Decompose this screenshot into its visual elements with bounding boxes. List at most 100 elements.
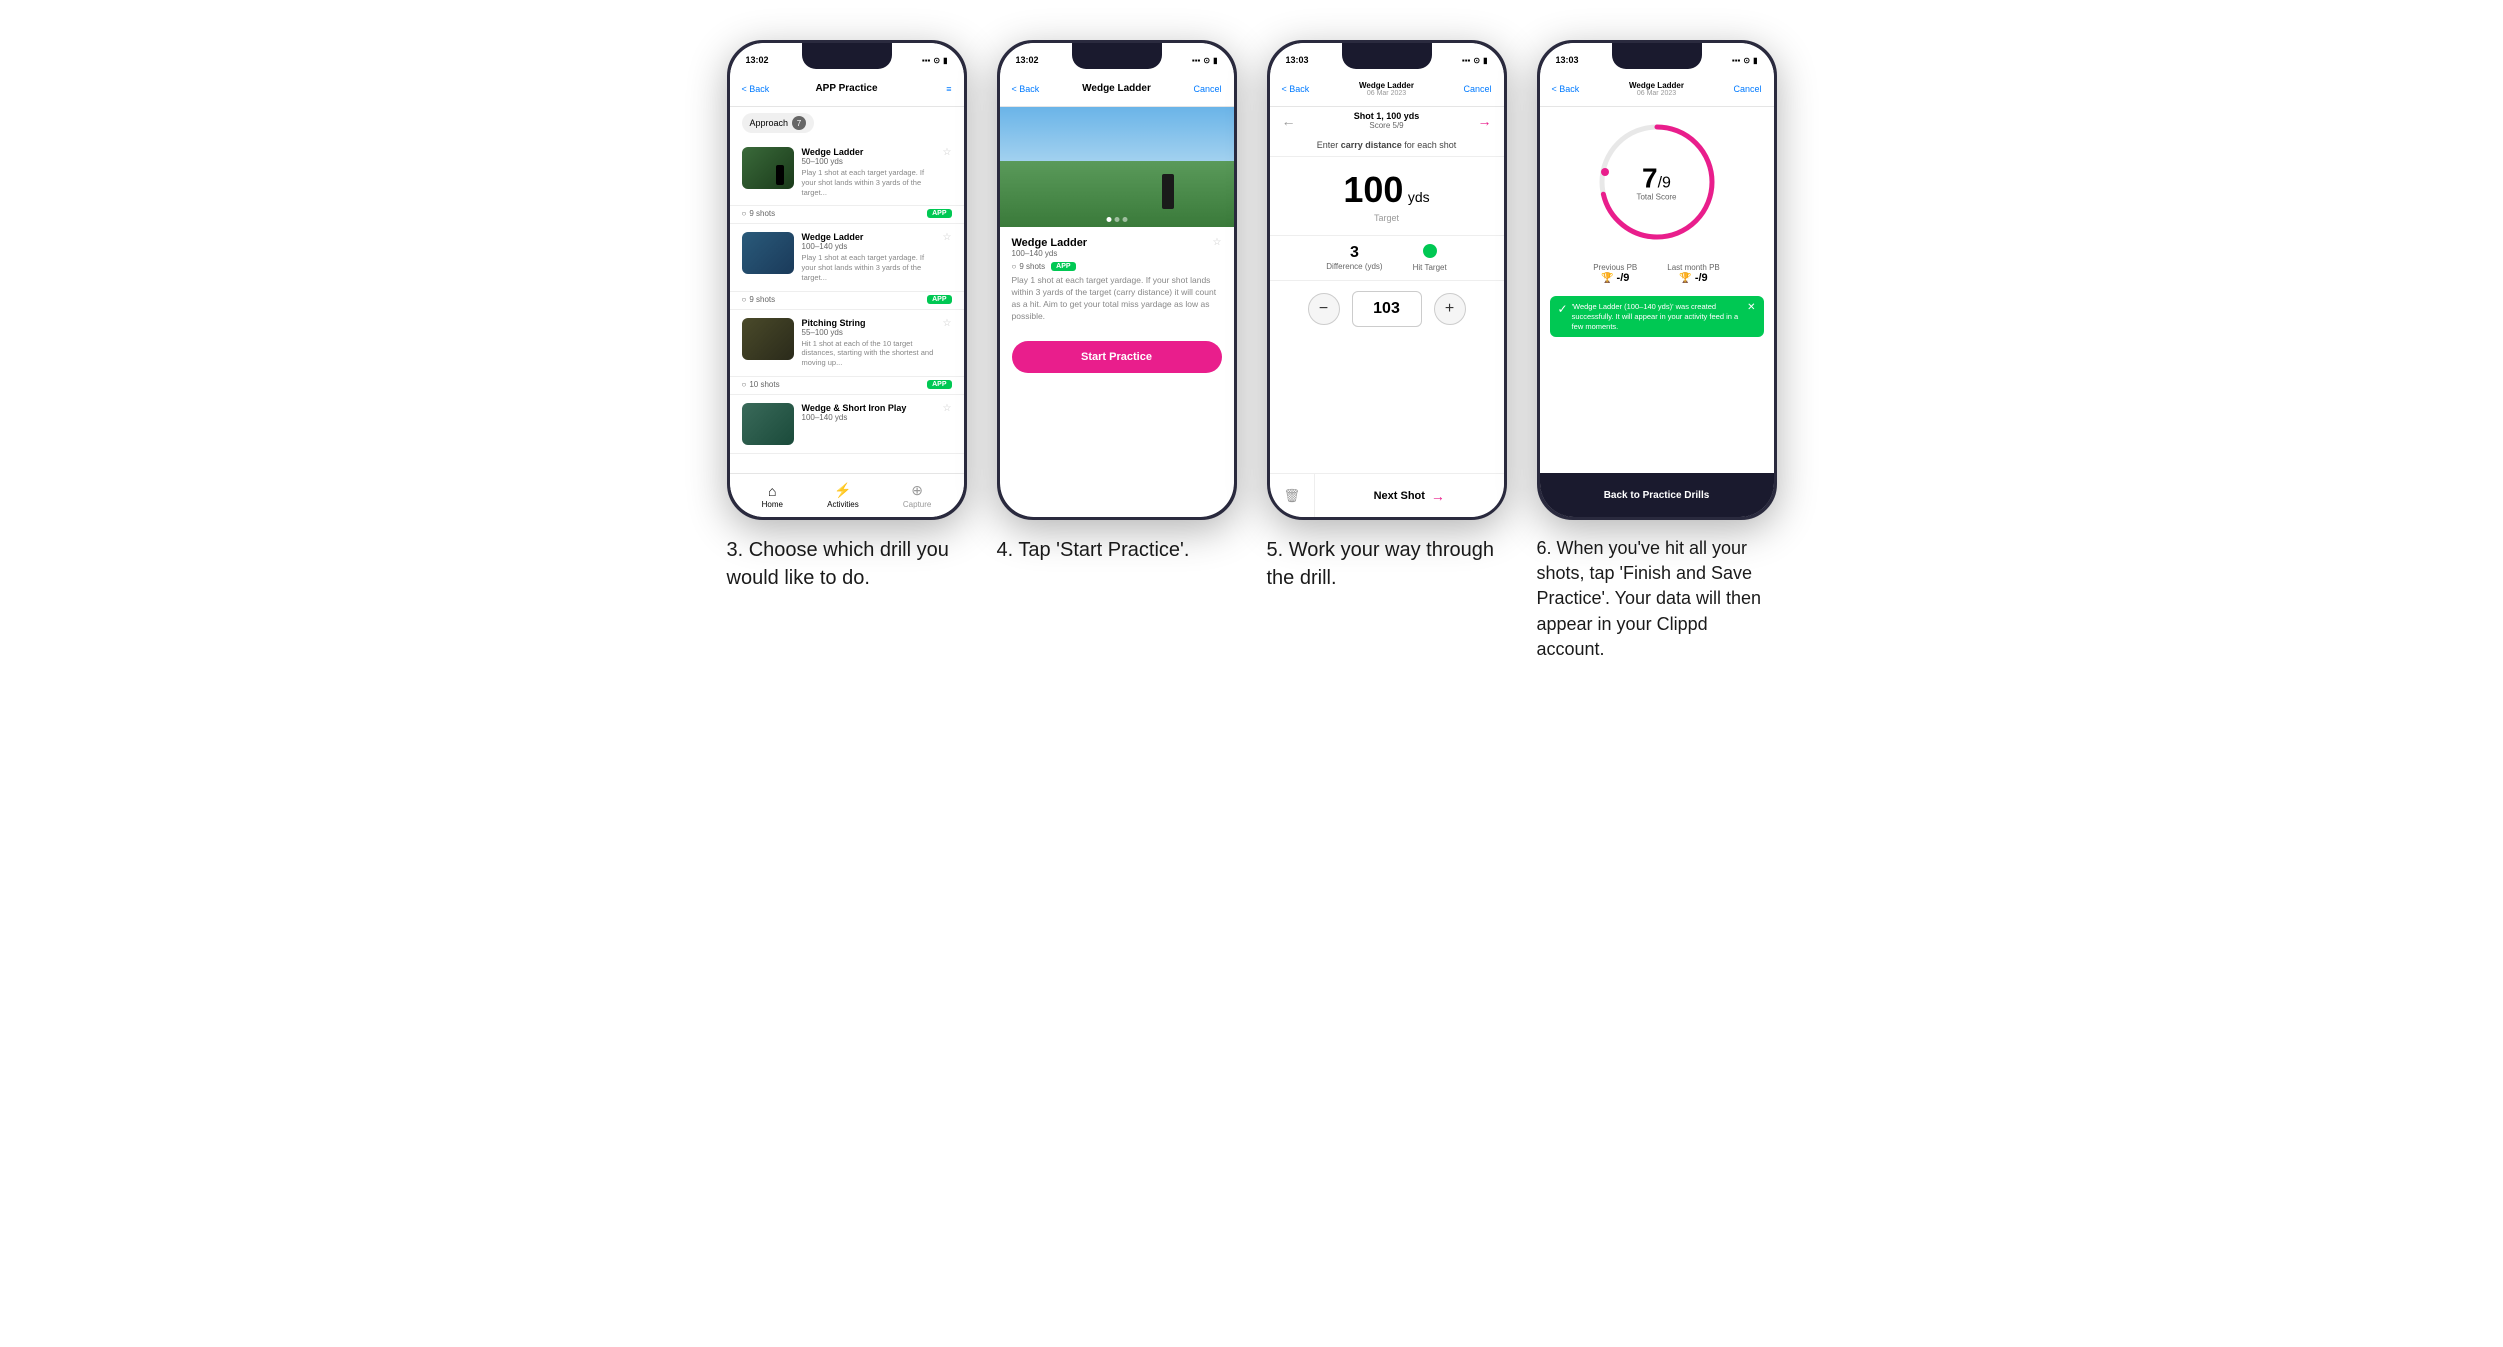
time-3: 13:03 [1286,55,1309,65]
battery-icon: ▮ [943,56,947,65]
success-banner: ✓ 'Wedge Ladder (100–140 yds)' was creat… [1550,296,1764,337]
success-close[interactable]: ✕ [1747,302,1755,313]
wifi-icon-3: ⊙ [1473,56,1480,65]
cancel-button-3[interactable]: Cancel [1463,84,1491,94]
drill-thumb-img-3 [742,318,794,360]
status-icons-2: ▪▪▪ ⊙ ▮ [1192,56,1218,65]
caption-2: 4. Tap 'Start Practice'. [997,536,1190,564]
back-button-2[interactable]: < Back [1012,84,1040,94]
app-badge-2: APP [927,295,951,304]
score-denominator: /9 [1658,175,1671,192]
battery-icon-2: ▮ [1213,56,1217,65]
shots-count-1: 9 shots [749,209,775,218]
golfer-figure-1 [776,165,784,185]
drill-footer-2: ○ 9 shots APP [730,292,964,310]
phone-notch-1 [802,43,892,69]
start-practice-button[interactable]: Start Practice [1012,341,1222,373]
minus-button[interactable]: − [1308,293,1340,325]
img-sky [1000,107,1234,167]
cancel-button-4[interactable]: Cancel [1733,84,1761,94]
back-to-practice-button[interactable]: Back to Practice Drills [1540,473,1774,517]
metric-difference: 3 Difference (yds) [1326,244,1382,272]
caption-3: 5. Work your way through the drill. [1267,536,1507,592]
phone-screen-2: 13:02 ▪▪▪ ⊙ ▮ < Back Wedge Ladder Cancel [1000,43,1234,517]
menu-button-1[interactable]: ≡ [946,84,951,94]
drill-yds-2: 100–140 yds [802,242,935,251]
cancel-button-2[interactable]: Cancel [1193,84,1221,94]
tab-activities-label: Activities [827,500,859,509]
last-pb: Last month PB 🏆 -/9 [1667,263,1719,284]
clock-icon-1: ○ [742,209,747,218]
score-circle-container: 7/9 Total Score [1592,117,1722,247]
trophy-icon-2: 🏆 [1679,273,1691,284]
drill-item-2[interactable]: Wedge Ladder 100–140 yds Play 1 shot at … [730,224,964,291]
clock-icon-2: ○ [742,295,747,304]
plus-button[interactable]: + [1434,293,1466,325]
drill-title-4: Wedge & Short Iron Play [802,403,935,413]
shot-score: Score 5/9 [1354,121,1420,130]
prev-pb-value: -/9 [1617,272,1630,284]
shots-count-3: 10 shots [749,380,779,389]
target-yds: 100 [1343,169,1403,210]
prev-arrow[interactable]: ← [1282,113,1296,129]
tab-capture[interactable]: ⊕ Capture [903,482,931,509]
drill-star-1: ☆ [943,147,952,158]
category-badge: Approach 7 [742,113,815,133]
nav-bar-4: < Back Wedge Ladder 06 Mar 2023 Cancel [1540,71,1774,107]
drill-footer-1: ○ 9 shots APP [730,206,964,224]
phone-section-4: 13:03 ▪▪▪ ⊙ ▮ < Back Wedge Ladder 06 Mar… [1537,40,1777,662]
clock-icon-3: ○ [742,380,747,389]
drill-yds-1: 50–100 yds [802,157,935,166]
drill-title-2: Wedge Ladder [802,232,935,242]
phone-section-1: 13:02 ▪▪▪ ⊙ ▮ < Back APP Practice ≡ Appr… [727,40,967,592]
category-count: 7 [792,116,806,130]
nav-title-4-line1: Wedge Ladder [1629,81,1684,90]
phone-frame-3: 13:03 ▪▪▪ ⊙ ▮ < Back Wedge Ladder 06 Mar… [1267,40,1507,520]
pb-row: Previous PB 🏆 -/9 Last month PB 🏆 -/9 [1540,257,1774,290]
phone-screen-3: 13:03 ▪▪▪ ⊙ ▮ < Back Wedge Ladder 06 Mar… [1270,43,1504,517]
target-unit: yds [1408,189,1430,205]
tab-activities[interactable]: ⚡ Activities [827,482,859,509]
drill-item-3[interactable]: Pitching String 55–100 yds Hit 1 shot at… [730,310,964,377]
drill-desc-2: Play 1 shot at each target yardage. If y… [802,253,935,282]
nav-title-1: APP Practice [815,83,877,94]
next-shot-button[interactable]: Next Shot → [1315,474,1503,517]
back-button-4[interactable]: < Back [1552,84,1580,94]
signal-icon-3: ▪▪▪ [1462,56,1471,65]
score-label: Total Score [1636,193,1676,202]
phone-notch-4 [1612,43,1702,69]
next-shot-bar: 🗑 Next Shot → [1270,473,1504,517]
drill-info-4: Wedge & Short Iron Play 100–140 yds [802,403,935,422]
back-button-3[interactable]: < Back [1282,84,1310,94]
capture-icon: ⊕ [911,482,923,499]
drill-yds-3: 55–100 yds [802,328,935,337]
phone-notch-3 [1342,43,1432,69]
success-text: 'Wedge Ladder (100–140 yds)' was created… [1572,302,1744,331]
next-arrow[interactable]: → [1478,113,1492,129]
next-shot-label: Next Shot [1374,490,1425,502]
last-pb-label: Last month PB [1667,263,1719,272]
shot-nav: ← Shot 1, 100 yds Score 5/9 → [1270,107,1504,134]
shots-info-3: ○ 10 shots [742,380,780,389]
phone-frame-1: 13:02 ▪▪▪ ⊙ ▮ < Back APP Practice ≡ Appr… [727,40,967,520]
shot-label: Shot 1, 100 yds [1354,111,1420,121]
drill-item-4[interactable]: Wedge & Short Iron Play 100–140 yds ☆ [730,395,964,454]
back-button-1[interactable]: < Back [742,84,770,94]
time-4: 13:03 [1556,55,1579,65]
last-pb-value: -/9 [1695,272,1708,284]
drill-item-1[interactable]: Wedge Ladder 50–100 yds Play 1 shot at e… [730,139,964,206]
shots-count-2: 9 shots [749,295,775,304]
drill-thumb-1 [742,147,794,189]
time-2: 13:02 [1016,55,1039,65]
shot-metrics: 3 Difference (yds) Hit Target [1270,235,1504,281]
input-display[interactable]: 103 [1352,291,1422,327]
wifi-icon-2: ⊙ [1203,56,1210,65]
delete-button[interactable]: 🗑 [1270,474,1316,517]
dot-1 [1106,217,1111,222]
caption-4: 6. When you've hit all your shots, tap '… [1537,536,1777,662]
signal-icon: ▪▪▪ [922,56,931,65]
status-icons-1: ▪▪▪ ⊙ ▮ [922,56,948,65]
tab-home[interactable]: ⌂ Home [762,483,783,509]
img-dots [1106,217,1127,222]
check-icon: ✓ [1558,302,1568,316]
